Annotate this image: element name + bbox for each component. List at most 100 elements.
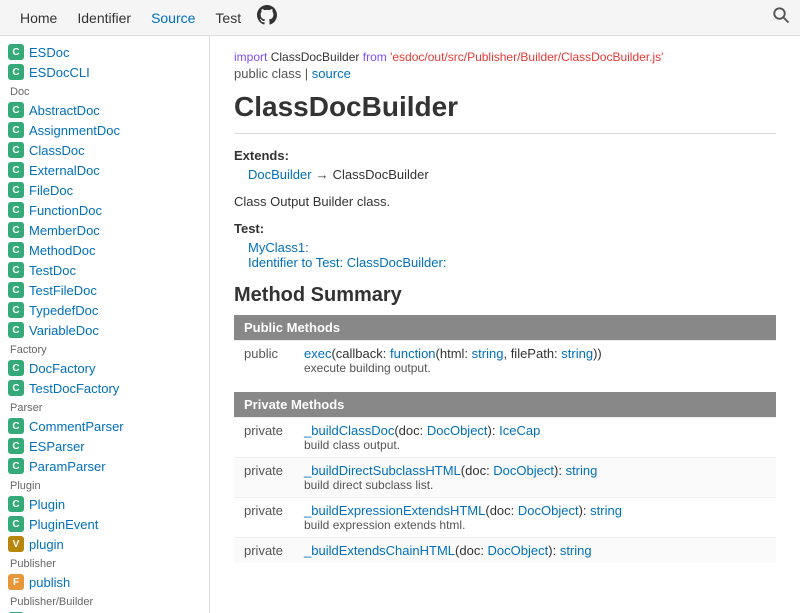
table-row: private _buildClassDoc(doc: DocObject): … (234, 418, 776, 458)
method-cell-buildexpressionextends: _buildExpressionExtendsHTML(doc: DocObje… (294, 498, 776, 538)
method-desc-builddirectsubclass: build direct subclass list. (304, 478, 766, 492)
sidebar-item-pluginevent[interactable]: CPluginEvent (0, 514, 209, 534)
private-methods-header: Private Methods (234, 392, 776, 418)
method-cell-exec: exec(callback: function(html: string, fi… (294, 341, 776, 381)
method-return-type-1[interactable]: string (566, 463, 598, 478)
method-type-docobject-0[interactable]: DocObject (427, 423, 488, 438)
sidebar-item-publish[interactable]: Fpublish (0, 572, 209, 592)
sidebar-item-commentparser[interactable]: CCommentParser (0, 416, 209, 436)
public-methods-table: Public Methods public exec(callback: fun… (234, 315, 776, 380)
method-return-type-3[interactable]: string (560, 543, 592, 558)
nav-test[interactable]: Test (205, 0, 251, 36)
sidebar-item-testdoc[interactable]: CTestDoc (0, 260, 209, 280)
source-link[interactable]: source (312, 66, 351, 81)
method-visibility-3: private (234, 538, 294, 564)
method-type-docobject-3[interactable]: DocObject (488, 543, 549, 558)
badge-c-esdoccli: C (8, 64, 24, 80)
import-path: 'esdoc/out/src/Publisher/Builder/ClassDo… (390, 50, 663, 64)
method-cell-buildextendschain: _buildExtendsChainHTML(doc: DocObject): … (294, 538, 776, 564)
method-type-string-filepath[interactable]: string (561, 346, 593, 361)
method-summary-title: Method Summary (234, 284, 776, 307)
public-class-line: public class | source (234, 66, 776, 81)
search-icon[interactable] (772, 6, 790, 29)
nav-identifier[interactable]: Identifier (67, 0, 141, 36)
private-methods-table: Private Methods private _buildClassDoc(d… (234, 392, 776, 563)
sidebar-item-abstractdoc[interactable]: CAbstractDoc (0, 100, 209, 120)
sidebar-item-typedefdoc[interactable]: CTypedefDoc (0, 300, 209, 320)
table-row: private _buildDirectSubclassHTML(doc: Do… (234, 458, 776, 498)
method-desc-buildexpressionextends: build expression extends html. (304, 518, 766, 532)
sidebar-item-testdocfactory[interactable]: CTestDocFactory (0, 378, 209, 398)
sidebar-item-plugin-var[interactable]: Vplugin (0, 534, 209, 554)
sidebar: C ESDoc C ESDocCLI Doc CAbstractDoc CAss… (0, 36, 210, 613)
table-row: private _buildExtendsChainHTML(doc: DocO… (234, 538, 776, 564)
sidebar-item-testfiledoc[interactable]: CTestFileDoc (0, 280, 209, 300)
sidebar-item-memberdoc[interactable]: CMemberDoc (0, 220, 209, 240)
sidebar-item-assignmentdoc[interactable]: CAssignmentDoc (0, 120, 209, 140)
public-methods-header: Public Methods (234, 315, 776, 341)
content-area: import ClassDocBuilder from 'esdoc/out/s… (210, 36, 800, 613)
table-row: private _buildExpressionExtendsHTML(doc:… (234, 498, 776, 538)
method-name-buildclassdoc[interactable]: _buildClassDoc (304, 423, 394, 438)
method-name-builddirectsubclass[interactable]: _buildDirectSubclassHTML (304, 463, 461, 478)
sidebar-item-plugin[interactable]: CPlugin (0, 494, 209, 514)
extends-from-link[interactable]: DocBuilder (248, 167, 312, 182)
method-visibility-2: private (234, 498, 294, 538)
method-visibility-1: private (234, 458, 294, 498)
sidebar-label-esdoc: ESDoc (29, 45, 69, 60)
method-desc-exec: execute building output. (304, 361, 766, 375)
sidebar-item-functiondoc[interactable]: CFunctionDoc (0, 200, 209, 220)
private-methods-header-row: Private Methods (234, 392, 776, 418)
sidebar-item-paramparser[interactable]: CParamParser (0, 456, 209, 476)
sidebar-item-methoddoc[interactable]: CMethodDoc (0, 240, 209, 260)
import-from-keyword: from (363, 50, 387, 64)
import-class-name: ClassDocBuilder (271, 50, 363, 64)
sidebar-item-esdoccli[interactable]: C ESDocCLI (0, 62, 209, 82)
method-name-buildextendschain[interactable]: _buildExtendsChainHTML (304, 543, 455, 558)
top-navigation: Home Identifier Source Test (0, 0, 800, 36)
method-visibility-0: private (234, 418, 294, 458)
method-type-docobject-1[interactable]: DocObject (493, 463, 554, 478)
test-link-myclass1[interactable]: MyClass1: (248, 240, 776, 255)
sidebar-item-docfactory[interactable]: CDocFactory (0, 358, 209, 378)
sidebar-item-classdoc[interactable]: CClassDoc (0, 140, 209, 160)
public-methods-header-row: Public Methods (234, 315, 776, 341)
sidebar-item-externaldoc[interactable]: CExternalDoc (0, 160, 209, 180)
class-description: Class Output Builder class. (234, 194, 776, 209)
sidebar-label-esdoccli: ESDocCLI (29, 65, 90, 80)
import-keyword: import (234, 50, 267, 64)
method-return-type-2[interactable]: string (590, 503, 622, 518)
page-title: ClassDocBuilder (234, 91, 776, 134)
method-type-docobject-2[interactable]: DocObject (518, 503, 579, 518)
nav-home[interactable]: Home (10, 0, 67, 36)
sidebar-item-filedoc[interactable]: CFileDoc (0, 180, 209, 200)
badge-c-esdoc: C (8, 44, 24, 60)
github-icon[interactable] (257, 5, 277, 30)
sidebar-section-factory: Factory (0, 340, 209, 358)
test-section: Test: MyClass1: Identifier to Test: Clas… (234, 221, 776, 270)
extends-section: Extends: DocBuilder → ClassDocBuilder (234, 148, 776, 182)
sidebar-item-variabledoc[interactable]: CVariableDoc (0, 320, 209, 340)
method-desc-buildclassdoc: build class output. (304, 438, 766, 452)
extends-row: DocBuilder → ClassDocBuilder (234, 167, 776, 182)
method-type-string-html[interactable]: string (472, 346, 504, 361)
test-label: Test: (234, 221, 776, 236)
method-visibility-public: public (234, 341, 294, 381)
method-cell-buildclassdoc: _buildClassDoc(doc: DocObject): IceCap b… (294, 418, 776, 458)
extends-label: Extends: (234, 148, 776, 163)
main-layout: C ESDoc C ESDocCLI Doc CAbstractDoc CAss… (0, 36, 800, 613)
method-type-function[interactable]: function (390, 346, 436, 361)
import-line: import ClassDocBuilder from 'esdoc/out/s… (234, 50, 776, 64)
sidebar-section-publisher-builder: Publisher/Builder (0, 592, 209, 610)
sidebar-section-plugin: Plugin (0, 476, 209, 494)
method-name-buildexpressionextends[interactable]: _buildExpressionExtendsHTML (304, 503, 485, 518)
sidebar-section-parser: Parser (0, 398, 209, 416)
sidebar-item-esparser[interactable]: CESParser (0, 436, 209, 456)
sidebar-item-esdoc[interactable]: C ESDoc (0, 42, 209, 62)
test-link-identifier[interactable]: Identifier to Test: ClassDocBuilder: (248, 255, 776, 270)
nav-source[interactable]: Source (141, 0, 205, 36)
method-return-type-0[interactable]: IceCap (499, 423, 540, 438)
table-row: public exec(callback: function(html: str… (234, 341, 776, 381)
method-name-exec[interactable]: exec (304, 346, 331, 361)
test-links: MyClass1: Identifier to Test: ClassDocBu… (234, 240, 776, 270)
